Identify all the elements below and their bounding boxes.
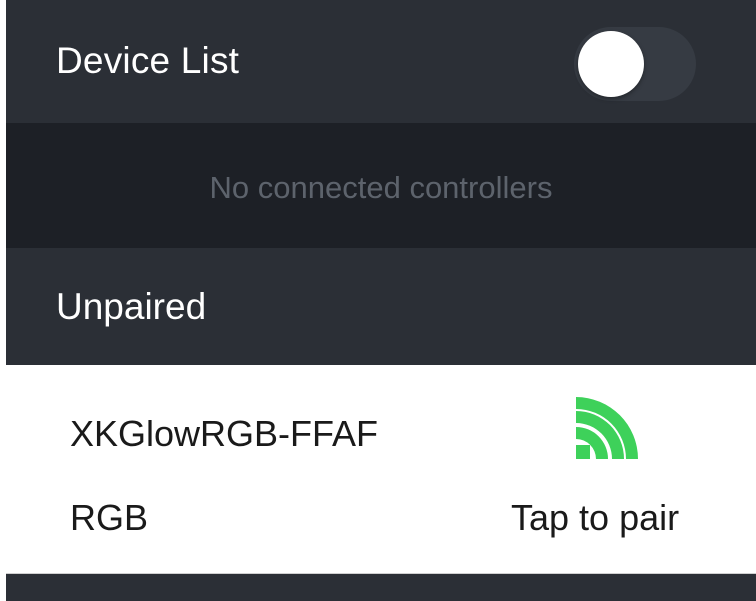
signal-strength-icon: [576, 397, 638, 459]
device-list-toggle[interactable]: [574, 27, 696, 101]
empty-state-message: No connected controllers: [209, 170, 553, 205]
list-footer: [6, 574, 756, 601]
device-type: RGB: [70, 497, 149, 538]
device-list-screen: Device List No connected controllers Unp…: [0, 0, 756, 601]
unpaired-device-row[interactable]: XKGlowRGB-FFAF RGB Tap to pair: [6, 365, 756, 574]
toggle-knob[interactable]: [578, 31, 644, 97]
section-title: Unpaired: [56, 286, 207, 327]
tap-to-pair-label: Tap to pair: [511, 497, 680, 538]
unpaired-section-header: Unpaired: [6, 248, 756, 365]
device-list-header: Device List: [6, 0, 756, 123]
device-name: XKGlowRGB-FFAF: [70, 413, 379, 454]
page-title: Device List: [56, 40, 240, 81]
connected-controllers-empty-state: No connected controllers: [6, 123, 756, 248]
